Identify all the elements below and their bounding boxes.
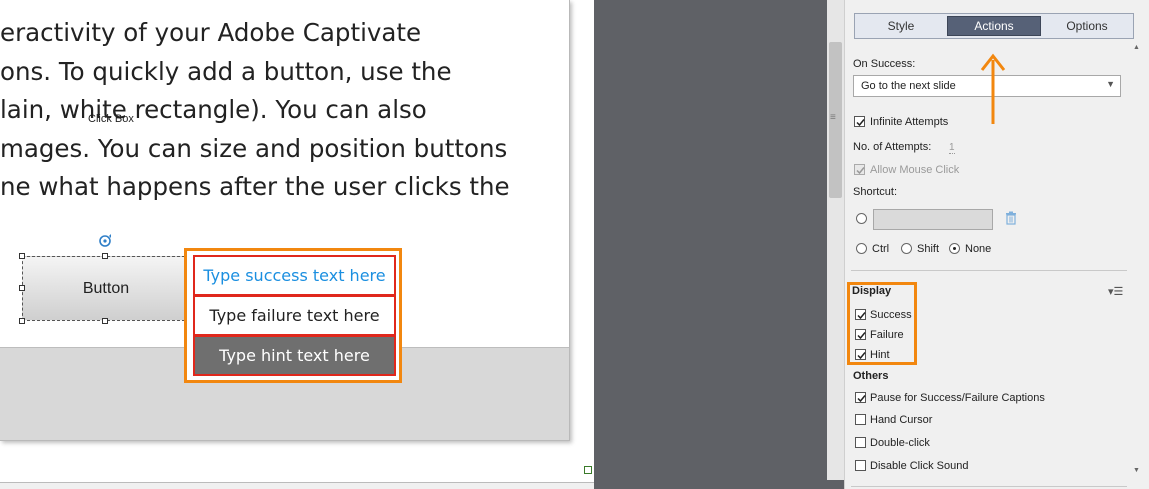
shift-label: Shift: [917, 243, 940, 255]
splitter-grip-icon[interactable]: ≡: [830, 112, 836, 123]
panel-menu-icon[interactable]: ▾☰: [1108, 285, 1123, 298]
on-success-label: On Success:: [853, 58, 916, 70]
resize-handle[interactable]: [19, 253, 25, 259]
allow-mouse-click-checkbox[interactable]: [854, 164, 865, 175]
body-text-line: ne what happens after the user clicks th…: [0, 172, 510, 201]
others-heading: Others: [853, 370, 889, 382]
disable-click-sound-checkbox[interactable]: [855, 460, 866, 471]
no-of-attempts-value[interactable]: 1: [949, 142, 955, 154]
properties-tabs: Style Actions Options: [854, 13, 1134, 39]
button-object[interactable]: Button: [22, 256, 190, 321]
trash-icon[interactable]: [1005, 211, 1017, 225]
slide-canvas[interactable]: eractivity of your Adobe Captivate ons. …: [0, 0, 570, 441]
hint-caption[interactable]: Type hint text here: [193, 335, 396, 376]
section-divider: [851, 486, 1127, 487]
display-failure-label: Failure: [870, 329, 904, 341]
success-caption[interactable]: Type success text here: [193, 255, 396, 296]
display-success-checkbox[interactable]: [855, 309, 866, 320]
chevron-down-icon: ▼: [1106, 79, 1115, 89]
resize-handle[interactable]: [102, 253, 108, 259]
resize-handle[interactable]: [19, 285, 25, 291]
slide-stage: eractivity of your Adobe Captivate ons. …: [0, 0, 594, 489]
pause-captions-checkbox[interactable]: [855, 392, 866, 403]
rotate-handle-icon[interactable]: [96, 232, 114, 250]
shortcut-label: Shortcut:: [853, 186, 898, 198]
feedback-captions-highlight: Type success text here Type failure text…: [184, 248, 402, 383]
none-radio[interactable]: [949, 243, 960, 254]
slide-body-text[interactable]: eractivity of your Adobe Captivate ons. …: [0, 14, 560, 207]
body-text-line: eractivity of your Adobe Captivate: [0, 18, 422, 47]
allow-mouse-click-label: Allow Mouse Click: [870, 164, 960, 176]
tab-actions[interactable]: Actions: [947, 16, 1041, 36]
double-click-checkbox[interactable]: [855, 437, 866, 448]
hand-cursor-checkbox[interactable]: [855, 414, 866, 425]
orange-arrow-annotation: [980, 53, 1006, 124]
resize-handle[interactable]: [19, 318, 25, 324]
resize-handle[interactable]: [102, 318, 108, 324]
tab-options[interactable]: Options: [1041, 14, 1133, 38]
failure-caption[interactable]: Type failure text here: [193, 295, 396, 336]
on-success-value: Go to the next slide: [861, 80, 956, 92]
tab-style[interactable]: Style: [855, 14, 947, 38]
disable-click-sound-label: Disable Click Sound: [870, 460, 969, 472]
timeline-strip: [0, 482, 594, 489]
display-failure-checkbox[interactable]: [855, 329, 866, 340]
shift-radio[interactable]: [901, 243, 912, 254]
double-click-label: Double-click: [870, 437, 930, 449]
body-text-line: mages. You can size and position buttons: [0, 133, 508, 163]
none-label: None: [965, 243, 992, 255]
no-of-attempts-label: No. of Attempts:: [853, 141, 932, 153]
click-box-label: Click Box: [88, 113, 134, 125]
ctrl-label: Ctrl: [872, 243, 890, 255]
ctrl-radio[interactable]: [856, 243, 867, 254]
infinite-attempts-label: Infinite Attempts: [870, 116, 949, 128]
panel-scroll-down-icon[interactable]: ▼: [1133, 467, 1140, 474]
display-heading: Display: [852, 285, 892, 297]
shortcut-input[interactable]: [873, 209, 993, 230]
panel-scroll-up-icon[interactable]: ▲: [1133, 44, 1140, 51]
hand-cursor-label: Hand Cursor: [870, 414, 933, 426]
button-object-label: Button: [82, 279, 130, 297]
shortcut-enable-radio[interactable]: [856, 213, 867, 224]
section-divider: [851, 270, 1127, 271]
display-hint-checkbox[interactable]: [855, 349, 866, 360]
body-text-line: ons. To quickly add a button, use the: [0, 56, 452, 86]
display-hint-label: Hint: [870, 349, 890, 361]
stage-resize-grip-icon[interactable]: [584, 466, 592, 474]
display-success-label: Success: [870, 309, 912, 321]
infinite-attempts-checkbox[interactable]: [854, 116, 865, 127]
pause-captions-label: Pause for Success/Failure Captions: [870, 392, 1045, 404]
body-text-line: lain, white rectangle). You can also: [0, 95, 427, 124]
